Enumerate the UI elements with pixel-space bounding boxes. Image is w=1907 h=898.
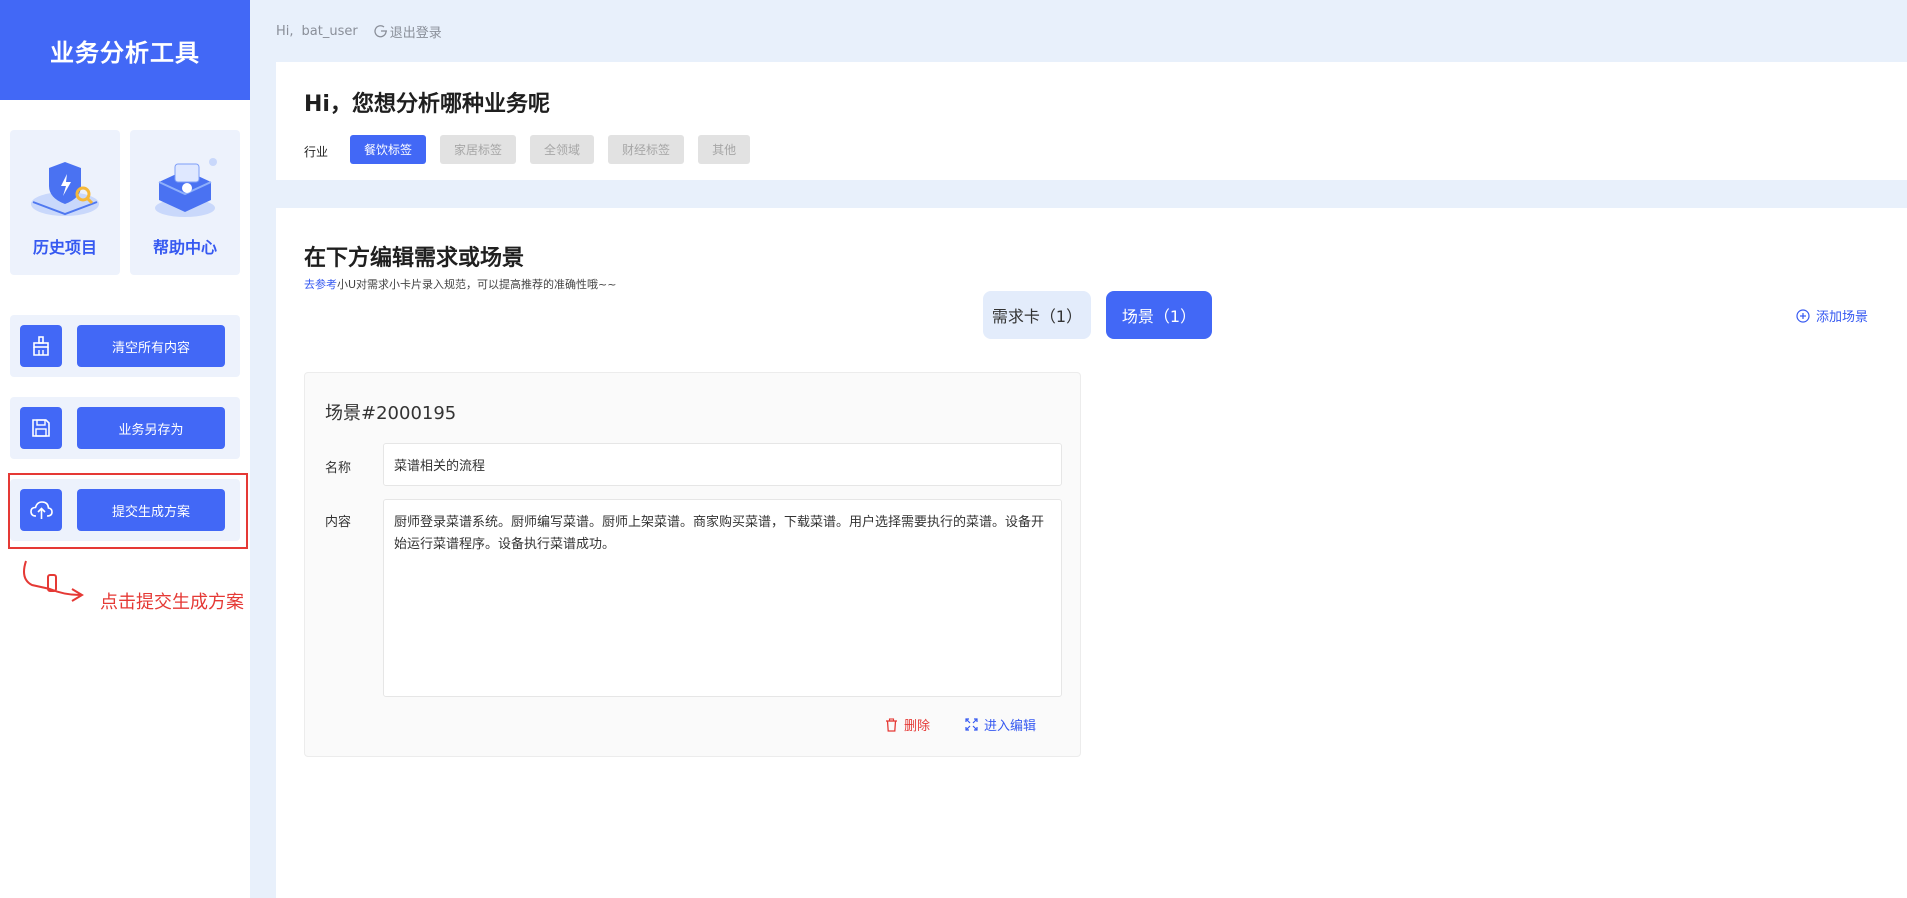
help-box-illustration-icon: [155, 158, 217, 217]
editor-title: 在下方编辑需求或场景: [304, 246, 525, 271]
editor-panel: 在下方编辑需求或场景 去参考小U对需求小卡片录入规范，可以提高推荐的准确性哦~~…: [276, 208, 1907, 898]
enter-edit-label: 进入编辑: [984, 719, 1037, 734]
page-title: Hi，您想分析哪种业务呢: [304, 92, 550, 117]
shield-illustration-icon: [31, 162, 99, 216]
sidebar: 业务分析工具 历史项目 帮助中心 清空所有内容 业务另存为 提交生成方案: [0, 0, 250, 898]
brand-header: 业务分析工具: [0, 0, 250, 100]
logout-link[interactable]: 退出登录: [374, 22, 442, 41]
tag-other[interactable]: 其他: [698, 135, 751, 164]
logout-label: 退出登录: [389, 25, 442, 41]
add-scene-button[interactable]: 添加场景: [1796, 306, 1868, 325]
tag-home[interactable]: 家居标签: [440, 135, 517, 164]
trash-icon: [886, 717, 897, 732]
tag-catering[interactable]: 餐饮标签: [350, 135, 427, 164]
hint-text: 小U对需求小卡片录入规范，可以提高推荐的准确性哦~~: [337, 278, 617, 291]
add-scene-label: 添加场景: [1816, 310, 1869, 325]
broom-icon: [33, 336, 49, 356]
industry-label: 行业: [304, 145, 329, 159]
save-as-row: 业务另存为: [10, 397, 240, 459]
save-as-icon-button[interactable]: [20, 407, 62, 449]
name-label: 名称: [325, 461, 352, 476]
tab-scenes[interactable]: 场景（1）: [1106, 291, 1212, 339]
plus-circle-icon: [1796, 308, 1810, 323]
curved-arrow-icon: [23, 560, 84, 602]
top-bar: Hi, bat_user 退出登录: [276, 20, 442, 42]
highlight-annotation-box: [8, 473, 248, 549]
scene-card: 场景#2000195 名称 菜谱相关的流程 内容 厨师登录菜谱系统。厨师编写菜谱…: [304, 372, 1081, 757]
clear-all-button[interactable]: 清空所有内容: [77, 325, 225, 367]
tag-finance[interactable]: 财经标签: [608, 135, 685, 164]
annotation-text: 点击提交生成方案: [100, 592, 244, 613]
clear-all-row: 清空所有内容: [10, 315, 240, 377]
reference-link[interactable]: 去参考: [304, 278, 337, 291]
delete-label: 删除: [904, 719, 931, 734]
delete-button[interactable]: 删除: [885, 715, 930, 734]
help-center-label: 帮助中心: [152, 238, 217, 257]
industry-tags: 餐饮标签 家居标签 全领域 财经标签 其他: [350, 135, 764, 164]
history-projects-label: 历史项目: [32, 238, 97, 257]
industry-panel: Hi，您想分析哪种业务呢 行业 餐饮标签 家居标签 全领域 财经标签 其他: [276, 62, 1907, 180]
clear-all-icon-button[interactable]: [20, 325, 62, 367]
tab-requirement-cards[interactable]: 需求卡（1）: [983, 291, 1091, 339]
scene-id: 场景#2000195: [325, 403, 457, 424]
save-as-button[interactable]: 业务另存为: [77, 407, 225, 449]
greeting-prefix: Hi,: [276, 23, 294, 39]
logout-icon: [374, 25, 387, 38]
help-center-card[interactable]: 帮助中心: [130, 130, 240, 275]
save-icon: [32, 419, 50, 437]
scene-name-input[interactable]: 菜谱相关的流程: [383, 443, 1062, 486]
history-projects-card[interactable]: 历史项目: [10, 130, 120, 275]
content-label: 内容: [325, 515, 352, 530]
app-title: 业务分析工具: [50, 38, 200, 67]
expand-icon: [965, 718, 978, 731]
username: bat_user: [301, 23, 358, 39]
editor-hint: 去参考小U对需求小卡片录入规范，可以提高推荐的准确性哦~~: [304, 276, 616, 292]
enter-edit-button[interactable]: 进入编辑: [965, 715, 1036, 734]
scene-content-textarea[interactable]: 厨师登录菜谱系统。厨师编写菜谱。厨师上架菜谱。商家购买菜谱，下载菜谱。用户选择需…: [383, 499, 1062, 697]
tag-all-domains[interactable]: 全领域: [530, 135, 595, 164]
